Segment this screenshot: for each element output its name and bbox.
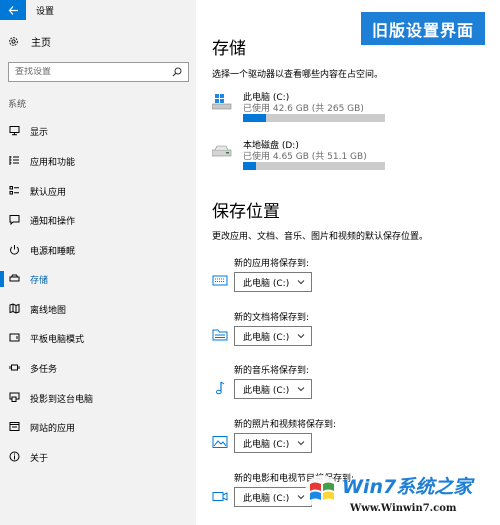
list-icon — [9, 156, 19, 165]
select-value: 此电脑 (C:) — [243, 493, 290, 504]
tablet-icon — [9, 333, 20, 342]
sidebar-item-label: 存储 — [30, 276, 49, 286]
video-camera-icon — [212, 492, 228, 501]
select-value: 此电脑 (C:) — [243, 332, 290, 343]
sidebar-item-notifications[interactable]: 通知和操作 — [0, 209, 196, 231]
save-locations-description: 更改应用、文档、音乐、图片和视频的默认保存位置。 — [212, 232, 429, 242]
sidebar-item-label: 网站的应用 — [30, 424, 76, 434]
select-value: 此电脑 (C:) — [243, 385, 290, 396]
search-icon[interactable] — [172, 67, 182, 77]
local-disk-icon — [212, 145, 232, 157]
save-location-apps: 新的应用将保存到: 此电脑 (C:) — [212, 256, 492, 304]
window-title: 设置 — [36, 7, 55, 17]
drive-c[interactable]: 此电脑 (C:) 已使用 42.6 GB (共 265 GB) — [212, 90, 392, 130]
map-icon — [9, 303, 20, 314]
storage-icon — [9, 274, 20, 282]
music-note-icon — [216, 381, 225, 395]
drive-usage: 已使用 4.65 GB (共 51.1 GB) — [243, 152, 367, 162]
search-box[interactable] — [8, 62, 189, 82]
save-location-photos-videos: 新的照片和视频将保存到: 此电脑 (C:) — [212, 417, 492, 465]
sidebar-item-label: 投影到这台电脑 — [30, 395, 94, 405]
save-location-documents: 新的文档将保存到: 此电脑 (C:) — [212, 310, 492, 358]
save-location-label: 新的音乐将保存到: — [234, 366, 310, 376]
save-location-select[interactable]: 此电脑 (C:) — [234, 326, 312, 346]
chevron-down-icon — [297, 280, 305, 285]
info-icon — [9, 451, 20, 462]
save-locations-title: 保存位置 — [212, 202, 280, 222]
sidebar-item-power-sleep[interactable]: 电源和睡眠 — [0, 239, 196, 261]
save-location-label: 新的应用将保存到: — [234, 259, 310, 269]
title-bar: 设置 — [0, 0, 196, 20]
gear-icon — [9, 37, 18, 46]
home-label: 主页 — [31, 38, 51, 49]
power-icon — [10, 245, 19, 255]
sidebar-item-label: 电源和睡眠 — [30, 247, 76, 257]
drive-d[interactable]: 本地磁盘 (D:) 已使用 4.65 GB (共 51.1 GB) — [212, 138, 392, 178]
save-location-label: 新的照片和视频将保存到: — [234, 420, 337, 430]
sidebar-item-project[interactable]: 投影到这台电脑 — [0, 387, 196, 409]
usage-bar — [243, 162, 385, 170]
sidebar-item-label: 通知和操作 — [30, 217, 76, 227]
site-watermark: Win7系统之家 Www.Winwin7.com — [298, 466, 500, 525]
home-nav-item[interactable]: 主页 — [8, 34, 51, 49]
save-location-music: 新的音乐将保存到: 此电脑 (C:) — [212, 363, 492, 411]
chevron-down-icon — [297, 387, 305, 392]
select-value: 此电脑 (C:) — [243, 278, 290, 289]
default-apps-icon — [9, 186, 19, 195]
sidebar-item-multitasking[interactable]: 多任务 — [0, 357, 196, 379]
sidebar-item-label: 默认应用 — [30, 188, 67, 198]
save-location-select[interactable]: 此电脑 (C:) — [234, 272, 312, 292]
sidebar-item-offline-maps[interactable]: 离线地图 — [0, 298, 196, 320]
watermark-brand: Win7系统之家 — [342, 476, 473, 498]
sidebar-item-label: 多任务 — [30, 365, 58, 375]
app-icon — [212, 275, 228, 286]
picture-icon — [212, 436, 228, 448]
sidebar: 设置 主页 系统 显示 应用和功能 默认应用 通知和操作 电源和睡眠 — [0, 0, 196, 525]
sidebar-item-display[interactable]: 显示 — [0, 120, 196, 142]
sidebar-item-label: 显示 — [30, 128, 49, 138]
select-value: 此电脑 (C:) — [243, 439, 290, 450]
save-location-select[interactable]: 此电脑 (C:) — [234, 433, 312, 453]
folder-icon — [212, 329, 228, 341]
drive-usage: 已使用 42.6 GB (共 265 GB) — [243, 104, 364, 114]
chevron-down-icon — [297, 334, 305, 339]
sidebar-item-label: 应用和功能 — [30, 158, 76, 168]
sidebar-item-default-apps[interactable]: 默认应用 — [0, 180, 196, 202]
sidebar-item-label: 离线地图 — [30, 306, 67, 316]
sidebar-item-label: 关于 — [30, 454, 49, 464]
windows-logo-icon — [305, 475, 339, 509]
notification-icon — [9, 215, 20, 225]
back-arrow-icon — [8, 5, 18, 15]
project-icon — [9, 392, 20, 402]
sidebar-item-storage[interactable]: 存储 — [0, 268, 196, 290]
sidebar-item-tablet-mode[interactable]: 平板电脑模式 — [0, 327, 196, 349]
main-content: 旧版设置界面 存储 选择一个驱动器以查看哪些内容在占空间。 此电脑 (C:) 已… — [196, 0, 500, 525]
web-apps-icon — [9, 422, 20, 431]
storage-description: 选择一个驱动器以查看哪些内容在占空间。 — [212, 70, 384, 80]
save-location-select[interactable]: 此电脑 (C:) — [234, 379, 312, 399]
sidebar-item-label: 平板电脑模式 — [30, 335, 85, 345]
old-settings-badge: 旧版设置界面 — [361, 12, 485, 45]
chevron-down-icon — [297, 441, 305, 446]
system-drive-icon — [212, 94, 232, 110]
search-input[interactable] — [15, 67, 165, 77]
usage-bar-fill — [243, 162, 256, 170]
section-label: 系统 — [8, 100, 27, 110]
monitor-icon — [9, 126, 20, 136]
multitask-icon — [9, 364, 20, 371]
save-location-label: 新的文档将保存到: — [234, 313, 310, 323]
sidebar-item-apps-features[interactable]: 应用和功能 — [0, 150, 196, 172]
active-indicator — [0, 271, 4, 287]
storage-title: 存储 — [212, 39, 246, 59]
usage-bar-fill — [243, 114, 266, 122]
watermark-url: Www.Winwin7.com — [350, 503, 457, 514]
sidebar-item-about[interactable]: 关于 — [0, 446, 196, 468]
usage-bar — [243, 114, 385, 122]
back-button[interactable] — [0, 0, 26, 20]
sidebar-item-web-apps[interactable]: 网站的应用 — [0, 416, 196, 438]
